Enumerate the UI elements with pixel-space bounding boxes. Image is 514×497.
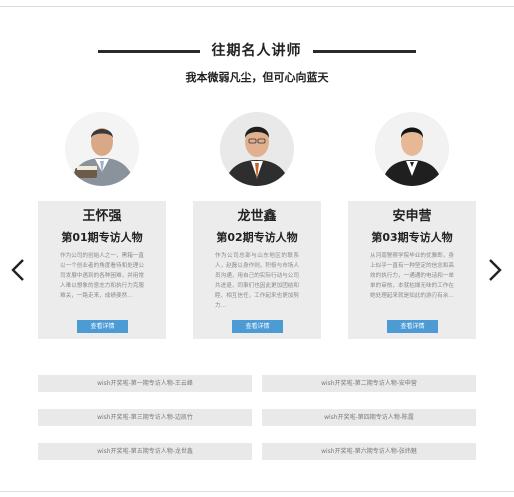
article-link-4[interactable]: wish开奖啦-第四期专访人物-陈露 bbox=[262, 409, 476, 426]
episode-label: 第03期专访人物 bbox=[371, 231, 453, 244]
view-details-button[interactable]: 查看详情 bbox=[232, 320, 283, 333]
lecturer-name: 王怀强 bbox=[82, 209, 122, 224]
episode-label: 第01期专访人物 bbox=[61, 231, 143, 244]
view-details-button[interactable]: 查看详情 bbox=[77, 320, 128, 333]
bottom-divider bbox=[0, 491, 514, 492]
section-header: 往期名人讲师 bbox=[0, 40, 514, 62]
avatar-image bbox=[65, 112, 139, 186]
section-subtitle: 我本微弱凡尘，但可心向蓝天 bbox=[185, 71, 329, 84]
article-link-6[interactable]: wish开奖啦-第六期专访人物-张纬魅 bbox=[262, 443, 476, 460]
avatar-image bbox=[220, 112, 294, 186]
lecturer-description: 作为公司的创始人之一，黑箱一直以一个创业者的角度看待和处理公司发展中遇到的各种困… bbox=[60, 253, 144, 299]
carousel-next-button[interactable] bbox=[487, 258, 503, 282]
article-link-5[interactable]: wish开奖啦-第五期专访人物-龙世鑫 bbox=[38, 443, 252, 460]
lecturer-description: 作为公司总部与山东地区的联系人，赵磊以身作则，积极与市场人员沟通，用自己的实际行… bbox=[215, 253, 299, 309]
lecturer-card-1: 王怀强 第01期专访人物 作为公司的创始人之一，黑箱一直以一个创业者的角度看待和… bbox=[38, 201, 166, 339]
lecturer-name: 安申营 bbox=[392, 209, 432, 224]
lecturer-photo-3[interactable] bbox=[375, 112, 449, 186]
lecturer-photo-1[interactable] bbox=[65, 112, 139, 186]
top-divider bbox=[0, 6, 514, 7]
avatar-image bbox=[375, 112, 449, 186]
carousel-prev-button[interactable] bbox=[10, 258, 26, 282]
article-link-2[interactable]: wish开奖啦-第二期专访人物-安申营 bbox=[262, 375, 476, 392]
lecturer-description: 从河南警察学院毕业的优雅郎，身上似乎一直有一种坚定的信念和高效的执行力，一通通的… bbox=[370, 253, 454, 299]
title-line-left bbox=[98, 50, 200, 53]
title-line-right bbox=[313, 50, 416, 53]
episode-label: 第02期专访人物 bbox=[216, 231, 298, 244]
lecturer-card-2: 龙世鑫 第02期专访人物 作为公司总部与山东地区的联系人，赵磊以身作则，积极与市… bbox=[193, 201, 321, 339]
section-title: 往期名人讲师 bbox=[211, 43, 302, 59]
lecturer-photo-2[interactable] bbox=[220, 112, 294, 186]
article-link-1[interactable]: wish开奖啦-第一期专访人物-王云峰 bbox=[38, 375, 252, 392]
lecturer-name: 龙世鑫 bbox=[237, 209, 277, 224]
article-link-3[interactable]: wish开奖啦-第三期专访人物-边凯竹 bbox=[38, 409, 252, 426]
view-details-button[interactable]: 查看详情 bbox=[387, 320, 438, 333]
lecturer-card-3: 安申营 第03期专访人物 从河南警察学院毕业的优雅郎，身上似乎一直有一种坚定的信… bbox=[348, 201, 476, 339]
chevron-left-icon bbox=[11, 259, 24, 281]
chevron-right-icon bbox=[489, 259, 502, 281]
